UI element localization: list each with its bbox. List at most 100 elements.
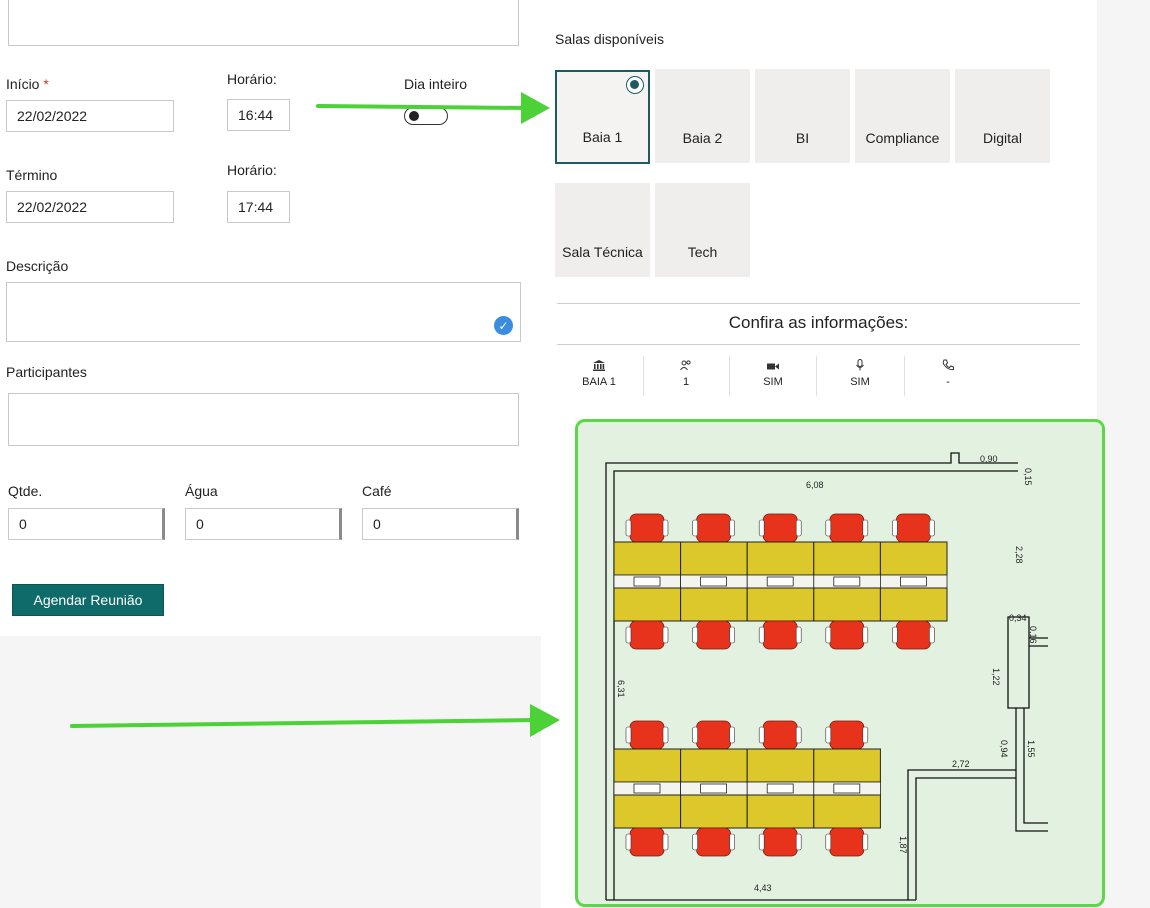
chair	[762, 620, 798, 650]
top-text-field[interactable]	[8, 0, 519, 46]
monitor	[833, 783, 861, 794]
grammar-check-icon[interactable]: ✓	[494, 316, 513, 335]
room-label: Baia 2	[682, 130, 723, 146]
dimension-label: 2,28	[1014, 546, 1024, 564]
wall-line	[907, 769, 1016, 900]
qtde-label: Qtde.	[8, 483, 43, 499]
start-time-value: 16:44	[238, 107, 274, 123]
termino-date-input[interactable]: 22/02/2022	[6, 191, 174, 223]
chair-armrest	[862, 519, 869, 537]
monitor	[833, 576, 861, 587]
room-label: Digital	[983, 130, 1022, 146]
wall-line	[605, 452, 1018, 900]
chair-armrest	[729, 626, 735, 644]
chair-armrest	[662, 833, 669, 851]
chair-armrest	[862, 726, 869, 744]
info-microphone: SIM	[817, 350, 903, 400]
phone-icon	[905, 358, 991, 376]
wall-line	[613, 470, 1018, 900]
dimension-label: 0,94	[999, 740, 1009, 758]
room-label: BI	[795, 130, 810, 146]
chair	[762, 720, 798, 750]
info-phone-value: -	[946, 376, 950, 388]
chair	[629, 827, 665, 857]
cafe-label: Café	[362, 483, 392, 499]
chair-armrest	[692, 726, 698, 744]
descricao-label: Descrição	[6, 258, 69, 274]
desk	[746, 587, 815, 622]
start-time-input[interactable]: 16:44	[227, 99, 290, 131]
chair-armrest	[892, 519, 898, 537]
building-icon	[556, 358, 642, 376]
cafe-input[interactable]: 0	[362, 508, 519, 540]
qtde-input[interactable]: 0	[8, 508, 165, 540]
wall-line	[1023, 708, 1048, 824]
room-sala-tecnica[interactable]: Sala Técnica	[555, 183, 650, 277]
chair	[696, 620, 731, 650]
desk	[813, 794, 881, 829]
chair-armrest	[758, 833, 765, 851]
agua-input[interactable]: 0	[185, 508, 342, 540]
chair-armrest	[625, 833, 632, 851]
chair-armrest	[692, 519, 698, 537]
chair	[829, 513, 865, 543]
floor-plan-drawing: 6,08 0,90 0,15 2,28 0,340,16 1,22 6,31 0,94 2,72…	[605, 452, 1048, 901]
wall-line	[1015, 708, 1048, 832]
dimension-label: 1,22	[991, 668, 1001, 686]
chair-armrest	[758, 626, 765, 644]
dimension-label: 6,08	[806, 480, 824, 490]
monitor	[700, 783, 727, 794]
monitor	[766, 783, 794, 794]
room-baia-2[interactable]: Baia 2	[655, 69, 750, 163]
descricao-textarea[interactable]: ✓	[6, 282, 521, 342]
room-digital[interactable]: Digital	[955, 69, 1050, 163]
cafe-value: 0	[373, 516, 381, 532]
chair	[895, 620, 931, 650]
salas-title: Salas disponíveis	[555, 31, 664, 47]
desk	[746, 794, 815, 829]
room-compliance[interactable]: Compliance	[855, 69, 950, 163]
room-label: Baia 1	[582, 129, 623, 145]
dimension-label: 6,31	[616, 680, 626, 698]
people-icon	[643, 358, 729, 376]
agua-label: Água	[185, 483, 218, 499]
info-capacity: 1	[643, 350, 729, 400]
chair-armrest	[795, 519, 802, 537]
participantes-textarea[interactable]	[8, 393, 519, 446]
chair-armrest	[625, 519, 632, 537]
desk	[813, 587, 881, 622]
chair	[629, 513, 665, 543]
inicio-date-input[interactable]: 22/02/2022	[6, 100, 174, 132]
agendar-reuniao-button[interactable]: Agendar Reunião	[12, 584, 164, 616]
chair-armrest	[795, 833, 802, 851]
chair	[895, 513, 931, 543]
chair-armrest	[692, 833, 698, 851]
chair	[762, 827, 798, 857]
end-time-value: 17:44	[238, 199, 274, 215]
monitor	[633, 576, 661, 587]
horario-label-start: Horário:	[227, 71, 277, 87]
room-bi[interactable]: BI	[755, 69, 850, 163]
divider	[557, 344, 1080, 345]
desk	[746, 748, 815, 783]
dimension-label: 0,15	[1023, 468, 1033, 486]
room-label: Compliance	[865, 130, 940, 146]
info-microphone-value: SIM	[850, 376, 870, 388]
chair-armrest	[729, 726, 735, 744]
chair-armrest	[795, 626, 802, 644]
chair	[629, 620, 665, 650]
highlight-arrow	[70, 704, 560, 737]
room-baia-1[interactable]: Baia 1	[555, 70, 650, 164]
chair-armrest	[625, 626, 632, 644]
room-tech[interactable]: Tech	[655, 183, 750, 277]
qtde-value: 0	[19, 516, 27, 532]
desk	[746, 541, 815, 576]
chair-armrest	[825, 726, 832, 744]
dimension-label: 0,16	[1028, 626, 1038, 644]
chair-armrest	[825, 519, 832, 537]
monitor	[766, 576, 794, 587]
chair-armrest	[795, 726, 802, 744]
divider	[557, 303, 1080, 304]
chair-armrest	[825, 626, 832, 644]
end-time-input[interactable]: 17:44	[227, 191, 290, 223]
